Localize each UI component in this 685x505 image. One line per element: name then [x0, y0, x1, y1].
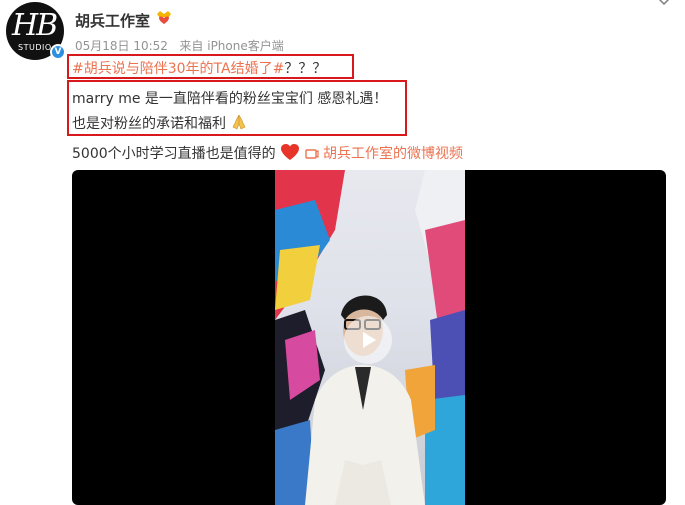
topic-line: #胡兵说与陪伴30年的TA结婚了#？？？ — [72, 58, 326, 78]
gold-heart-crown-icon — [157, 11, 171, 24]
avatar-logo-text: HB — [12, 8, 58, 43]
video-link[interactable]: 胡兵工作室的微博视频 — [304, 146, 463, 162]
username-link[interactable]: 胡兵工作室 — [75, 10, 150, 31]
post-text-line-2-content: 也是对粉丝的承诺和福利 — [72, 116, 226, 132]
red-heart-icon — [281, 144, 300, 160]
topic-suffix: ？？？ — [284, 61, 327, 77]
post-source: 来自 iPhone客户端 — [179, 39, 284, 53]
video-link-icon — [304, 149, 319, 159]
post-date[interactable]: 05月18日 10:52 — [75, 39, 168, 53]
post-meta: 05月18日 10:52 来自 iPhone客户端 — [75, 37, 284, 54]
post-text-line-3: 5000个小时学习直播也是值得的 胡兵工作室的微博视频 — [72, 143, 463, 163]
play-icon — [363, 332, 376, 348]
post-text-line-2: 也是对粉丝的承诺和福利 — [72, 113, 248, 133]
verified-badge-icon: V — [50, 44, 66, 60]
praying-hands-icon — [233, 114, 246, 130]
chevron-down-icon[interactable] — [657, 0, 671, 6]
video-link-label: 胡兵工作室的微博视频 — [323, 146, 463, 162]
video-player[interactable] — [72, 170, 666, 505]
avatar-studio-text: STUDIO — [18, 43, 52, 52]
play-button[interactable] — [344, 316, 392, 364]
hashtag-link[interactable]: #胡兵说与陪伴30年的TA结婚了# — [72, 61, 284, 77]
post-text-line-1: marry me 是一直陪伴看的粉丝宝宝们 感恩礼遇！ — [72, 91, 388, 107]
post-text-line-3-content: 5000个小时学习直播也是值得的 — [72, 146, 276, 162]
